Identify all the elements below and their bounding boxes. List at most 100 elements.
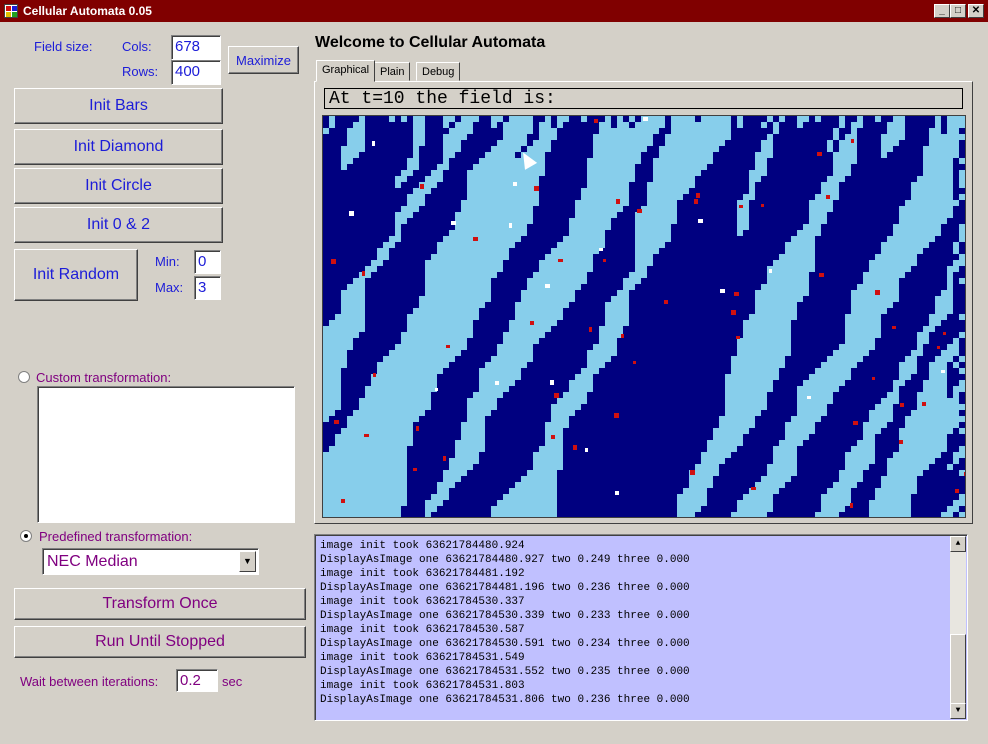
field-spot <box>736 336 740 339</box>
field-spot <box>554 393 559 398</box>
log-scrollbar[interactable]: ▲ ▼ <box>950 536 966 719</box>
field-spot <box>872 377 875 380</box>
min-label: Min: <box>155 254 180 269</box>
field-spot <box>373 373 376 377</box>
field-spot <box>696 193 700 198</box>
tab-debug[interactable]: Debug <box>416 62 461 81</box>
min-input[interactable]: 0 <box>194 250 221 274</box>
field-spot <box>899 440 903 444</box>
field-spot <box>615 491 619 495</box>
field-spot <box>819 273 824 277</box>
scroll-thumb[interactable] <box>950 634 966 704</box>
log-line: image init took 63621784530.337 <box>320 596 525 608</box>
field-spot <box>892 326 896 329</box>
field-spot <box>851 139 854 143</box>
max-input[interactable]: 3 <box>194 276 221 300</box>
predefined-transformation-select[interactable]: NEC Median ▼ <box>42 548 259 575</box>
field-spot <box>853 421 858 425</box>
field-spot <box>341 499 345 503</box>
field-spot <box>817 152 822 156</box>
run-until-stopped-button[interactable]: Run Until Stopped <box>14 626 306 658</box>
field-spot <box>435 388 438 391</box>
log-line: DisplayAsImage one 63621784531.806 two 0… <box>320 694 690 706</box>
field-spot <box>694 199 698 204</box>
title-bar[interactable]: Cellular Automata 0.05 _ □ ✕ <box>0 0 988 22</box>
field-spot <box>530 321 534 325</box>
tab-plain[interactable]: Plain <box>374 62 411 81</box>
field-spot <box>633 361 636 364</box>
field-spot <box>589 327 592 332</box>
field-spot <box>413 468 417 471</box>
log-line: DisplayAsImage one 63621784531.552 two 0… <box>320 666 690 678</box>
minimize-icon[interactable]: _ <box>934 4 950 18</box>
field-spot <box>875 290 880 295</box>
custom-transformation-radio[interactable] <box>18 371 30 383</box>
max-label: Max: <box>155 280 184 295</box>
field-spot <box>643 117 648 121</box>
field-spot <box>690 470 695 475</box>
scroll-down-icon[interactable]: ▼ <box>950 703 966 719</box>
field-spot <box>769 269 772 273</box>
log-lines: image init took 63621784480.924 DisplayAs… <box>320 539 690 707</box>
field-spot <box>594 119 598 123</box>
field-spot <box>941 370 945 373</box>
field-spot <box>550 380 554 385</box>
wait-unit-label: sec <box>222 674 243 689</box>
scroll-up-icon[interactable]: ▲ <box>950 536 966 552</box>
app-icon <box>4 4 18 18</box>
wait-input[interactable]: 0.2 <box>176 669 218 692</box>
field-spot <box>751 487 756 490</box>
field-spot <box>720 289 725 293</box>
field-spot <box>372 141 375 146</box>
init-diamond-button[interactable]: Init Diamond <box>14 129 223 165</box>
field-spot <box>761 204 764 207</box>
custom-transformation-textarea[interactable] <box>37 386 295 523</box>
field-spot <box>416 426 419 431</box>
field-spot <box>603 259 606 262</box>
field-spot <box>637 209 642 213</box>
init-random-button[interactable]: Init Random <box>14 249 138 301</box>
field-spot <box>473 237 478 241</box>
maximize-window-icon[interactable]: □ <box>950 4 966 18</box>
tab-graphical[interactable]: Graphical <box>316 60 376 82</box>
field-spot <box>698 219 703 223</box>
field-spot <box>850 503 853 508</box>
field-spot <box>558 259 563 262</box>
field-spot <box>443 456 446 461</box>
predefined-transformation-value: NEC Median <box>47 553 138 570</box>
predefined-transformation-radio[interactable] <box>20 530 32 542</box>
field-spot <box>614 413 619 418</box>
log-line: image init took 63621784531.549 <box>320 652 525 664</box>
field-size-label: Field size: <box>34 39 93 54</box>
field-spot <box>734 292 739 296</box>
field-spot <box>664 300 668 304</box>
rows-input[interactable]: 400 <box>171 60 221 85</box>
log-output[interactable]: image init took 63621784480.924 DisplayAs… <box>314 534 968 721</box>
field-spot <box>955 489 959 493</box>
field-spot <box>621 334 624 338</box>
field-spot <box>451 221 456 225</box>
field-spot <box>509 223 512 228</box>
close-icon[interactable]: ✕ <box>968 4 984 18</box>
field-spot <box>807 396 811 399</box>
field-spot <box>900 403 904 407</box>
maximize-button[interactable]: Maximize <box>228 46 299 74</box>
init-0-2-button[interactable]: Init 0 & 2 <box>14 207 223 243</box>
cols-label: Cols: <box>122 39 152 54</box>
chevron-down-icon[interactable]: ▼ <box>239 551 256 572</box>
window-title: Cellular Automata 0.05 <box>23 4 152 18</box>
field-spot <box>364 434 369 437</box>
field-spot <box>964 472 965 476</box>
field-spot <box>943 332 946 335</box>
cols-input[interactable]: 678 <box>171 35 221 60</box>
init-circle-button[interactable]: Init Circle <box>14 168 223 204</box>
automaton-field[interactable] <box>322 115 966 518</box>
field-status-banner: At t=10 the field is: <box>324 88 963 109</box>
rows-label: Rows: <box>122 64 159 79</box>
field-spot <box>599 248 603 251</box>
transform-once-button[interactable]: Transform Once <box>14 588 306 620</box>
log-line: DisplayAsImage one 63621784530.591 two 0… <box>320 638 690 650</box>
log-line: DisplayAsImage one 63621784530.339 two 0… <box>320 610 690 622</box>
init-bars-button[interactable]: Init Bars <box>14 88 223 124</box>
field-spot <box>446 345 450 348</box>
